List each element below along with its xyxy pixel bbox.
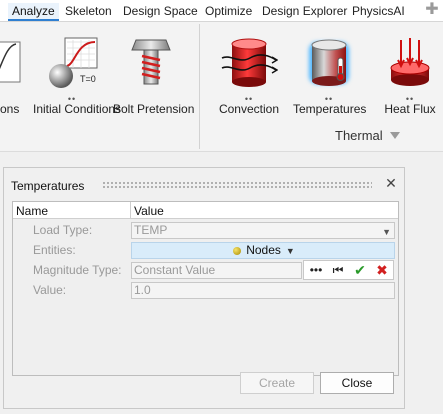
column-header-value: Value	[134, 204, 164, 218]
create-button[interactable]: Create	[240, 372, 314, 394]
column-header-name: Name	[16, 204, 49, 218]
reset-selection-icon[interactable]: ⏮	[329, 262, 347, 279]
ribbon-panel: ons T=0 •• Initial Conditions Bolt Prete…	[0, 22, 443, 152]
convection-icon	[221, 38, 278, 87]
chevron-down-icon: ▼	[382, 227, 391, 237]
tool-initial-conditions[interactable]: T=0 •• Initial Conditions	[33, 30, 122, 125]
tab-skeleton[interactable]: Skeleton	[61, 3, 116, 21]
tab-design-space[interactable]: Design Space	[119, 3, 202, 21]
tool-label: Bolt Pretension	[113, 102, 195, 116]
tool-label: ons	[0, 102, 20, 116]
chevron-down-icon: ▼	[285, 246, 295, 256]
temperatures-icon	[309, 39, 349, 86]
tool-heat-flux[interactable]: •• Heat Flux	[373, 30, 443, 125]
cancel-icon[interactable]: ✖	[373, 262, 391, 279]
tab-analyze[interactable]: Analyze	[8, 3, 59, 21]
selection-toolbar: ••• ⏮ ✔ ✖	[303, 260, 394, 280]
tab-physicsai[interactable]: PhysicsAI	[348, 3, 409, 21]
drag-handle[interactable]	[102, 181, 372, 189]
close-icon[interactable]: ✕	[384, 176, 398, 190]
value-input[interactable]: 1.0	[131, 282, 395, 299]
ribbon-tabbar: Analyze Skeleton Design Space Optimize D…	[0, 0, 443, 22]
column-divider[interactable]	[130, 202, 131, 219]
tool-label: Initial Conditions	[33, 102, 122, 116]
tab-design-explorer[interactable]: Design Explorer	[258, 3, 351, 21]
entities-label: Entities:	[33, 243, 76, 257]
load-type-value: TEMP	[134, 223, 168, 237]
grid-header: Name Value	[13, 202, 398, 219]
tool-label: Convection	[218, 102, 280, 116]
tool-label: Temperatures	[293, 102, 367, 116]
group-label-thermal: Thermal	[335, 128, 383, 143]
bolt-icon	[131, 39, 171, 85]
add-tab-icon[interactable]: ✚	[424, 2, 440, 18]
tool-bolt-pretension[interactable]: Bolt Pretension	[113, 30, 195, 125]
magnitude-type-label: Magnitude Type:	[33, 263, 122, 277]
value-label: Value:	[33, 283, 67, 297]
t0-text: T=0	[80, 74, 96, 84]
initial-conditions-icon: T=0	[49, 37, 98, 88]
check-icon[interactable]: ✔	[351, 262, 369, 279]
node-icon	[233, 247, 242, 255]
load-type-select[interactable]: TEMP ▼	[131, 222, 395, 239]
property-grid: Name Value Load Type: TEMP ▼ Entities: N…	[12, 201, 399, 376]
tool-convection[interactable]: •• Convection	[210, 30, 288, 125]
close-button[interactable]: Close	[320, 372, 394, 394]
heat-flux-icon	[390, 38, 430, 86]
entities-selector[interactable]: Nodes ▼	[131, 242, 395, 259]
tool-label: Heat Flux	[384, 102, 436, 116]
tab-optimize[interactable]: Optimize	[201, 3, 256, 21]
group-expand-icon[interactable]	[390, 132, 400, 139]
temperatures-dialog: Temperatures ✕ Name Value Load Type: TEM…	[3, 167, 405, 409]
dialog-title: Temperatures	[11, 179, 85, 193]
tool-partial[interactable]: ons	[0, 30, 26, 125]
more-options-icon[interactable]: •••	[307, 262, 325, 279]
entities-value: Nodes	[246, 243, 281, 257]
ribbon-separator	[199, 24, 200, 149]
tool-temperatures[interactable]: •• Temperatures	[293, 30, 367, 125]
load-type-label: Load Type:	[33, 223, 93, 237]
magnitude-type-field[interactable]: Constant Value	[131, 262, 302, 279]
